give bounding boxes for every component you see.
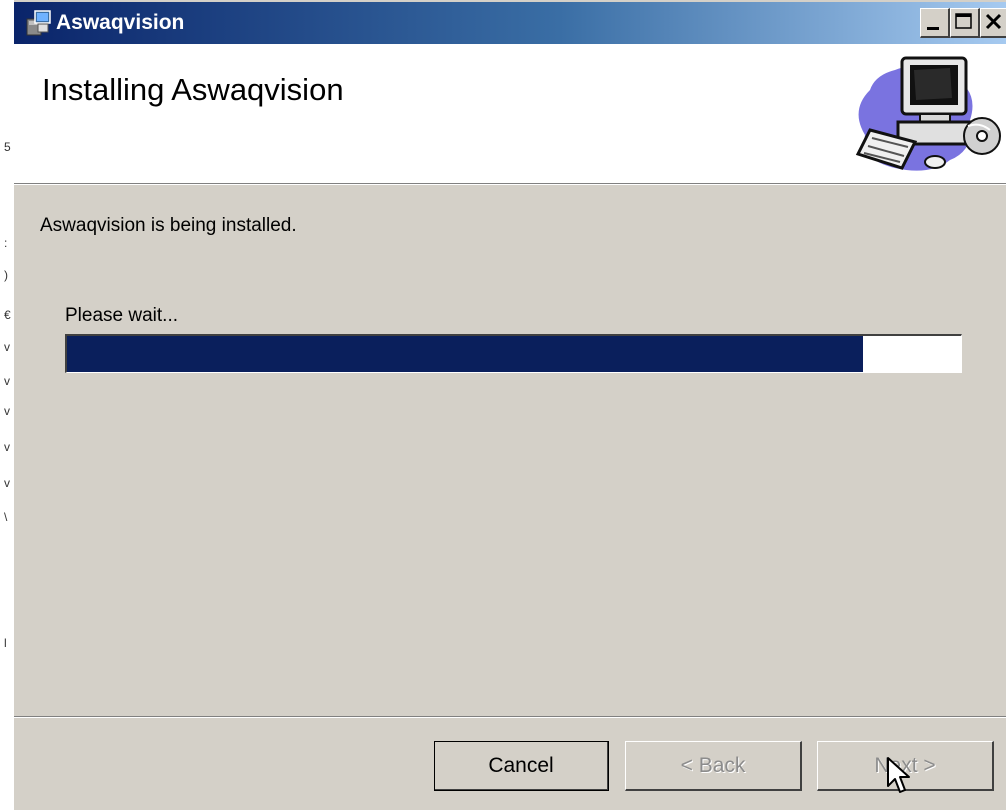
header-banner: Installing Aswaqvision <box>14 44 1006 185</box>
close-button[interactable] <box>980 8 1006 38</box>
progress-label: Please wait... <box>65 305 178 326</box>
progress-bar <box>65 334 962 373</box>
footer-divider-highlight <box>14 717 1006 718</box>
computer-setup-graphic <box>855 56 1001 171</box>
maximize-icon <box>955 13 972 29</box>
back-button[interactable]: < Back <box>625 741 802 791</box>
installer-icon <box>26 10 51 36</box>
window-title: Aswaqvision <box>56 11 185 34</box>
minimize-icon <box>927 27 939 30</box>
minimize-button[interactable] <box>920 8 950 38</box>
cancel-button[interactable]: Cancel <box>434 741 609 791</box>
installer-dialog: Aswaqvision Installing Aswaqvision Aswaq… <box>14 0 1006 810</box>
progress-fill <box>67 336 863 372</box>
maximize-button[interactable] <box>950 8 980 38</box>
background-window-edge: 5 : ) € v v v v v \ l <box>0 0 15 810</box>
close-icon <box>985 13 1002 30</box>
page-title: Installing Aswaqvision <box>42 72 344 107</box>
install-status-text: Aswaqvision is being installed. <box>40 215 297 236</box>
mouse-pointer-icon <box>887 757 910 793</box>
title-bar[interactable]: Aswaqvision <box>14 2 1006 44</box>
